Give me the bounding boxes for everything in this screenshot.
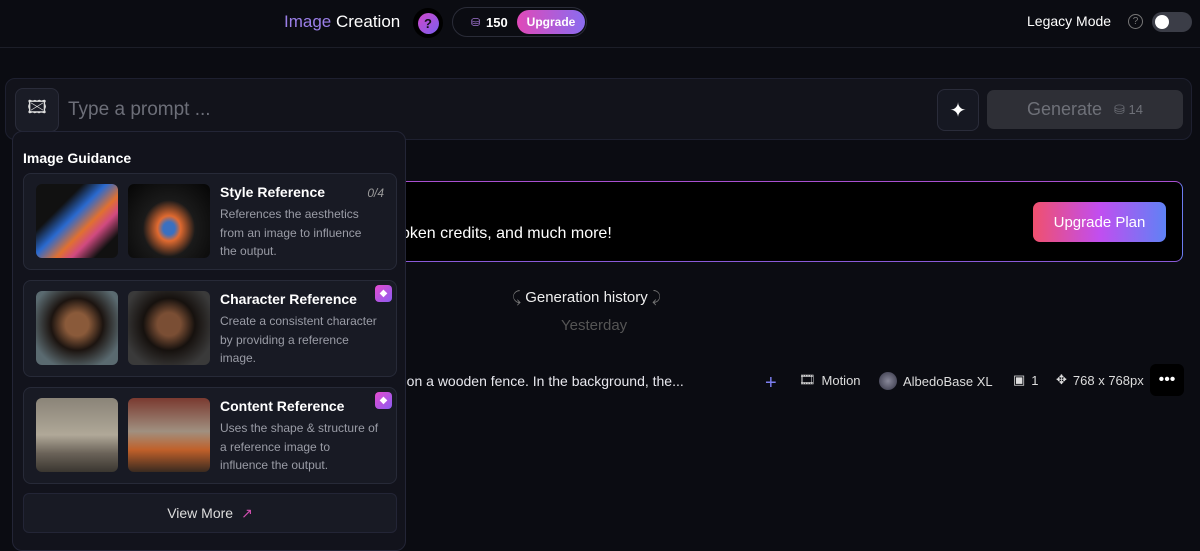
style-thumbnail <box>128 184 210 258</box>
premium-gem-icon: ◆ <box>375 285 392 302</box>
add-icon[interactable]: + <box>765 372 777 395</box>
prompt-enhance-button[interactable]: ✦ <box>937 89 979 131</box>
legacy-mode-label: Legacy Mode <box>1027 13 1112 29</box>
content-thumbnail <box>128 398 210 472</box>
image-count: ▣ 1 <box>1013 372 1039 388</box>
reference-count: 0/4 <box>367 186 384 200</box>
arrow-icon: ⤹ <box>512 289 522 306</box>
character-thumbnail <box>36 291 118 365</box>
coins-icon: ⛁ 14 <box>1114 101 1144 117</box>
top-bar: Image Creation ? ⛁ 150 Upgrade Legacy Mo… <box>0 0 1200 48</box>
generation-history-heading: ⤹ Generation history ⤸ <box>512 289 661 306</box>
upgrade-plan-button[interactable]: Upgrade Plan <box>1033 202 1166 242</box>
film-icon: 🎞 <box>799 372 816 387</box>
legacy-mode-toggle[interactable] <box>1152 12 1192 32</box>
content-reference-card[interactable]: Content Reference ◆ Uses the shape & str… <box>23 387 397 484</box>
more-options-button[interactable]: ••• <box>1150 364 1184 396</box>
content-thumbnail <box>36 398 118 472</box>
model-avatar <box>879 372 897 390</box>
image-icon: 🖾 <box>27 97 47 117</box>
sparkles-icon: ✦ <box>949 99 967 122</box>
move-icon: ✥ <box>1056 372 1067 387</box>
external-link-icon: ↗ <box>241 504 253 521</box>
view-more-button[interactable]: View More ↗ <box>23 493 397 533</box>
dimensions: ✥ 768 x 768px <box>1056 372 1144 388</box>
help-icon: ? <box>417 12 439 34</box>
image-guidance-panel: Image Guidance Style Reference 0/4 Refer… <box>12 131 406 551</box>
page-title: Image Creation <box>284 12 401 31</box>
image-guidance-button[interactable]: 🖾 <box>15 88 59 132</box>
credits-badge: ⛁ 150 Upgrade <box>452 7 587 37</box>
history-prompt[interactable]: g on a wooden fence. In the background, … <box>395 370 684 392</box>
motion-tag[interactable]: 🎞 Motion <box>799 372 861 388</box>
arrow-icon: ⤸ <box>651 289 661 306</box>
date-label: Yesterday <box>561 317 628 334</box>
prompt-input[interactable] <box>68 99 768 121</box>
upgrade-banner: oken credits, and much more! Upgrade Pla… <box>380 181 1183 262</box>
premium-gem-icon: ◆ <box>375 392 392 409</box>
images-icon: ▣ <box>1013 372 1026 387</box>
banner-text: oken credits, and much more! <box>401 225 612 242</box>
legacy-help-icon[interactable]: ? <box>1128 14 1143 29</box>
style-reference-card[interactable]: Style Reference 0/4 References the aesth… <box>23 173 397 270</box>
panel-title: Image Guidance <box>23 150 132 166</box>
character-thumbnail <box>128 291 210 365</box>
credit-count: 150 <box>486 15 508 30</box>
model-tag: AlbedoBase XL <box>879 372 993 390</box>
character-reference-card[interactable]: Character Reference ◆ Create a consisten… <box>23 280 397 377</box>
help-button[interactable]: ? <box>413 8 443 38</box>
upgrade-button[interactable]: Upgrade <box>517 10 585 34</box>
style-thumbnail <box>36 184 118 258</box>
generate-button[interactable]: Generate ⛁ 14 <box>987 90 1183 129</box>
coins-icon: ⛁ <box>471 17 481 29</box>
